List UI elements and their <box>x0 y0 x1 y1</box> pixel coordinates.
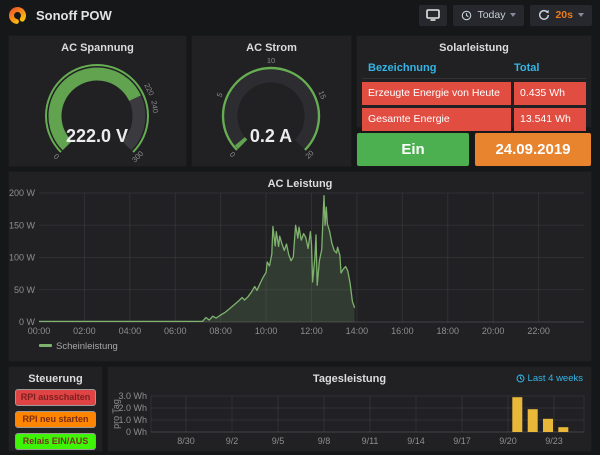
time-range-link-label: Last 4 weeks <box>528 373 583 384</box>
x-axis-tick-label: 9/2 <box>226 436 239 446</box>
gauge-value-arc <box>240 141 243 144</box>
monitor-icon <box>426 9 440 21</box>
x-axis-tick-label: 02:00 <box>73 326 96 336</box>
gauge-tick-label: 10 <box>267 58 275 65</box>
rpi-restart-button[interactable]: RPI neu starten <box>15 411 96 428</box>
bar-9/24 <box>558 427 568 432</box>
panel-title-solarleistung[interactable]: Solarleistung <box>357 36 591 54</box>
y-axis-tick-label: 3.0 Wh <box>118 391 147 401</box>
table-row: Erzeugte Energie von Heute 0.435 Wh <box>362 82 586 105</box>
y-axis-tick-label: 0 Wh <box>126 427 147 437</box>
row-label: Erzeugte Energie von Heute <box>362 82 511 105</box>
y-axis-tick-label: 1.0 Wh <box>118 415 147 425</box>
x-axis-tick-label: 22:00 <box>527 326 550 336</box>
clock-icon <box>516 374 525 383</box>
x-axis-tick-label: 9/5 <box>272 436 285 446</box>
legend-label[interactable]: Scheinleistung <box>56 341 118 352</box>
column-header-total: Total <box>514 62 586 74</box>
legend-swatch <box>39 344 52 347</box>
column-header-bezeichnung: Bezeichnung <box>368 62 511 74</box>
refresh-interval-label: 20s <box>555 9 573 21</box>
x-axis-tick-label: 04:00 <box>119 326 142 336</box>
power-line-chart[interactable]: 0 W50 W100 W150 W200 W00:0002:0004:0006:… <box>9 172 591 361</box>
time-range-button[interactable]: Today <box>453 5 524 26</box>
solar-table: Bezeichnung Total Erzeugte Energie von H… <box>362 60 586 131</box>
x-axis-tick-label: 9/23 <box>545 436 563 446</box>
y-axis-title: pro Tag <box>111 399 121 429</box>
solar-table-header: Bezeichnung Total <box>362 60 586 79</box>
series-area <box>39 196 355 322</box>
control-buttons: RPI ausschalten RPI neu starten Relais E… <box>15 389 96 455</box>
table-row: Gesamte Energie 13.541 Wh <box>362 108 586 131</box>
x-axis-tick-label: 14:00 <box>346 326 369 336</box>
gauge-value-text: 222.0 V <box>66 126 128 146</box>
panel-title-ac-strom[interactable]: AC Strom <box>192 36 351 54</box>
panel-title-ac-spannung[interactable]: AC Spannung <box>9 36 186 54</box>
refresh-icon <box>538 9 550 21</box>
panel-title-steuerung[interactable]: Steuerung <box>9 367 102 385</box>
gauge-tick-label: 0 <box>52 152 61 161</box>
x-axis-tick-label: 10:00 <box>255 326 278 336</box>
date-panel: 24.09.2019 <box>474 132 592 167</box>
x-axis-tick-label: 8/30 <box>177 436 195 446</box>
rpi-shutdown-button[interactable]: RPI ausschalten <box>15 389 96 406</box>
gauge-tick-label: 0 <box>228 150 237 159</box>
row-label: Gesamte Energie <box>362 108 511 131</box>
panel-steuerung: Steuerung RPI ausschalten RPI neu starte… <box>8 366 103 452</box>
panel-tagesleistung: Tagesleistung Last 4 weeks 8/309/29/59/8… <box>107 366 592 452</box>
bar-9/23 <box>543 419 553 432</box>
dashboard: Sonoff POW Today <box>0 0 600 455</box>
y-axis-tick-label: 50 W <box>14 285 36 295</box>
gauge-tick-label: 240 <box>149 100 160 114</box>
gauge-tick-label: 15 <box>317 89 328 100</box>
x-axis-tick-label: 9/8 <box>318 436 331 446</box>
x-axis-tick-label: 9/20 <box>499 436 517 446</box>
row-value: 0.435 Wh <box>514 82 586 105</box>
relay-state-panel[interactable]: Ein <box>356 132 470 167</box>
y-axis-tick-label: 2.0 Wh <box>118 403 147 413</box>
chevron-down-icon <box>510 13 516 17</box>
time-range-label: Today <box>477 9 505 21</box>
clock-icon <box>461 10 472 21</box>
x-axis-tick-label: 16:00 <box>391 326 414 336</box>
refresh-button[interactable]: 20s <box>530 5 592 26</box>
bar-9/22 <box>528 409 538 432</box>
navbar: Sonoff POW Today <box>0 0 600 30</box>
x-axis-tick-label: 08:00 <box>209 326 232 336</box>
x-axis-tick-label: 9/17 <box>453 436 471 446</box>
tv-mode-button[interactable] <box>419 5 447 26</box>
panel-solarleistung: Solarleistung Bezeichnung Total Erzeugte… <box>356 35 592 128</box>
x-axis-tick-label: 12:00 <box>300 326 323 336</box>
time-range-link[interactable]: Last 4 weeks <box>516 373 583 384</box>
gauge-tick-label: 5 <box>215 91 225 98</box>
panel-title-ac-leistung[interactable]: AC Leistung <box>9 172 591 190</box>
panel-ac-strom: AC Strom 051015200.2 A <box>191 35 352 167</box>
dashboard-title[interactable]: Sonoff POW <box>36 8 112 23</box>
grafana-logo[interactable] <box>8 6 27 25</box>
y-axis-tick-label: 100 W <box>9 253 36 263</box>
panel-ac-spannung: AC Spannung 0300220240222.0 V <box>8 35 187 167</box>
x-axis-tick-label: 18:00 <box>436 326 459 336</box>
x-axis-tick-label: 00:00 <box>28 326 51 336</box>
current-gauge: 051015200.2 A <box>192 58 351 166</box>
row-value: 13.541 Wh <box>514 108 586 131</box>
x-axis-tick-label: 9/11 <box>362 436 379 446</box>
gauge-value-text: 0.2 A <box>250 126 292 146</box>
bar-9/21 <box>512 397 522 432</box>
x-axis-tick-label: 9/14 <box>407 436 425 446</box>
x-axis-tick-label: 06:00 <box>164 326 187 336</box>
chevron-down-icon <box>578 13 584 17</box>
relay-toggle-button[interactable]: Relais EIN/AUS <box>15 433 96 450</box>
y-axis-tick-label: 150 W <box>9 220 36 230</box>
panel-ac-leistung: AC Leistung 0 W50 W100 W150 W200 W00:000… <box>8 171 592 362</box>
voltage-gauge: 0300220240222.0 V <box>9 58 186 166</box>
x-axis-tick-label: 20:00 <box>482 326 505 336</box>
gauge-tick-label: 300 <box>130 149 145 164</box>
